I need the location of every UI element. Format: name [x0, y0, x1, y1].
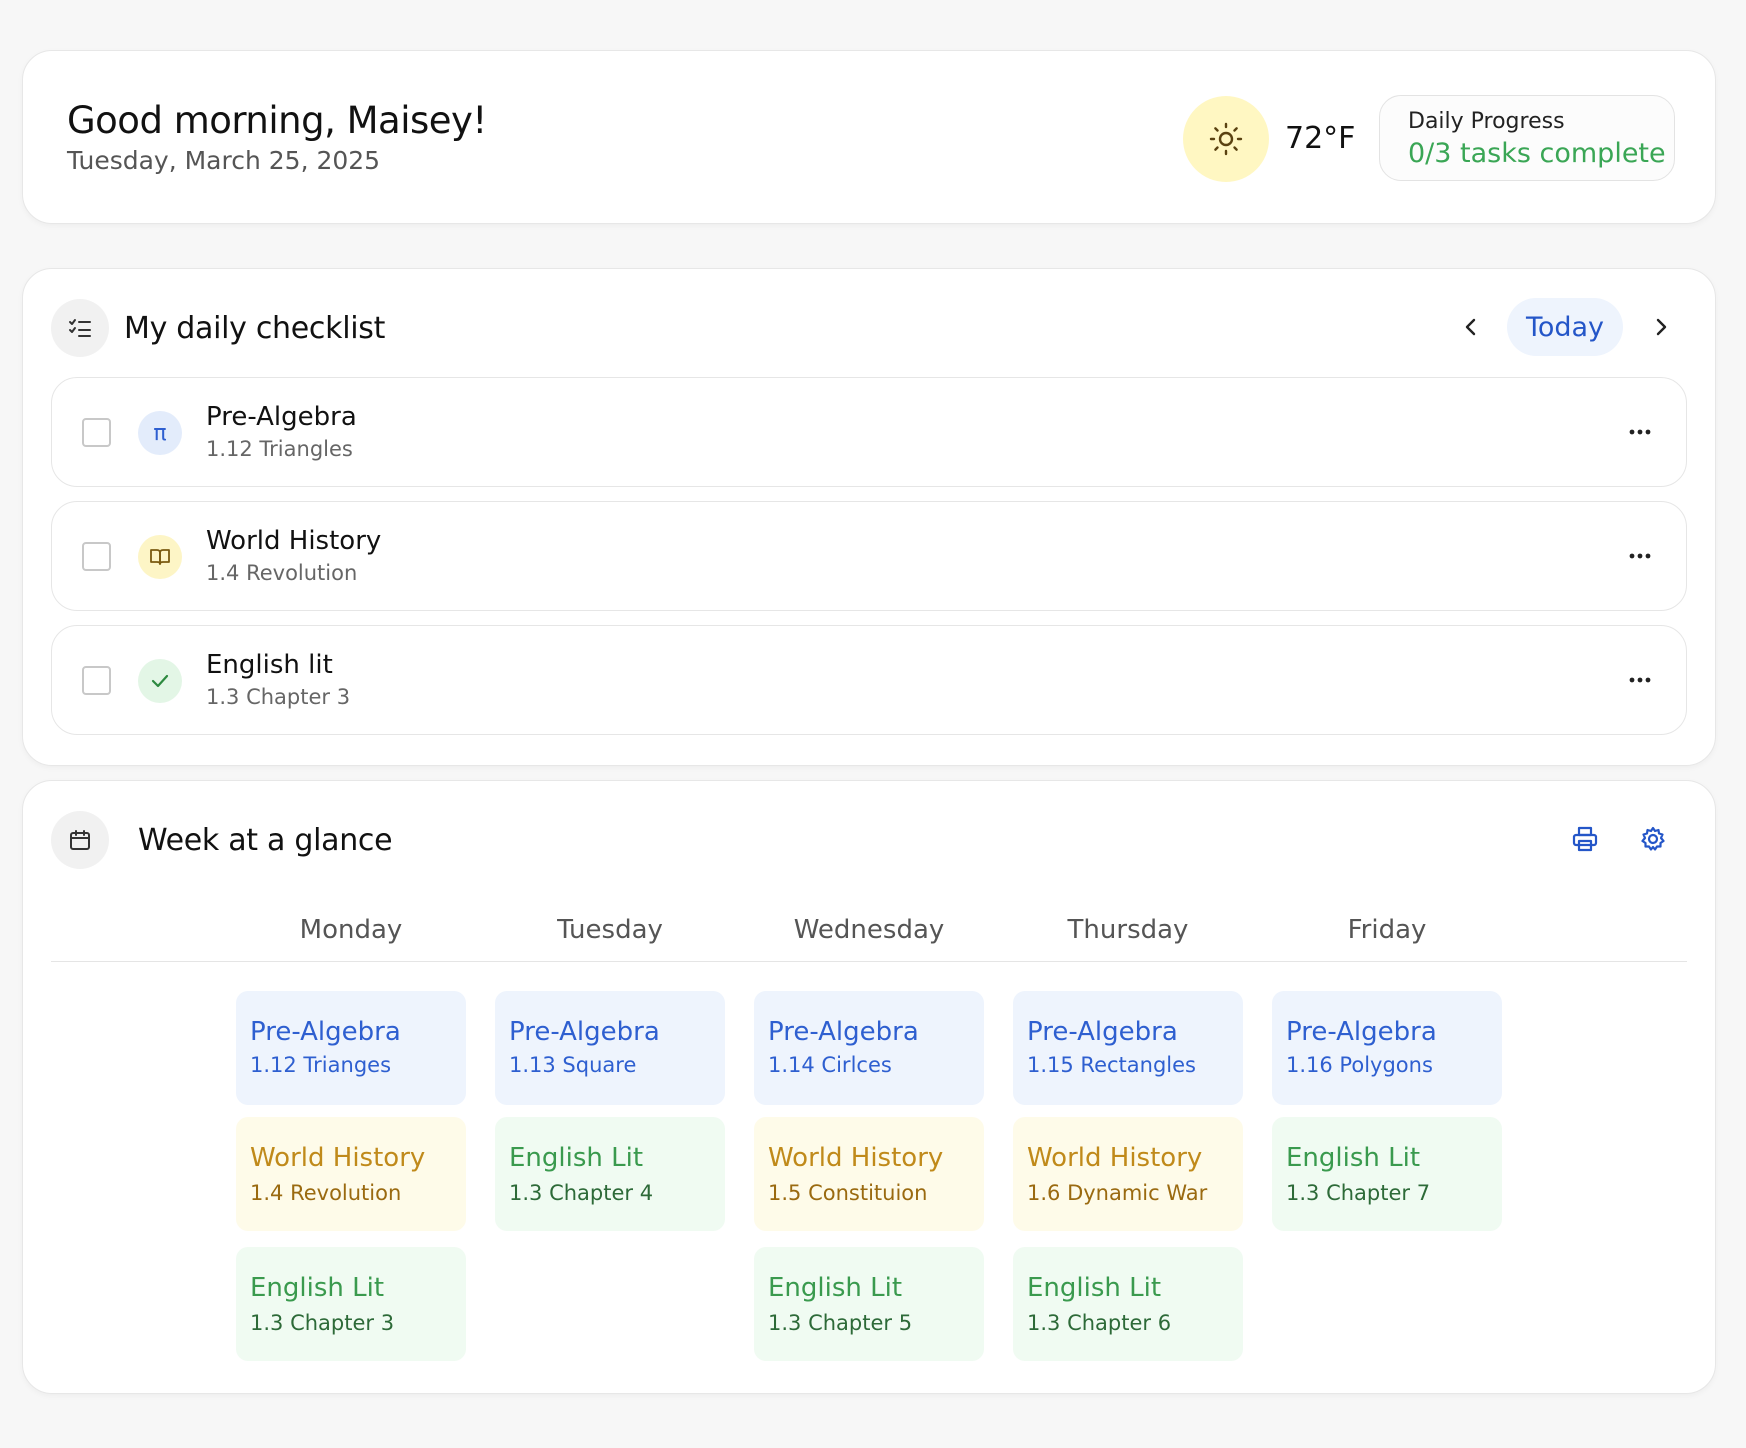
- more-horizontal-icon: [1629, 429, 1651, 435]
- slot-lesson: 1.16 Polygons: [1286, 1053, 1433, 1077]
- task-row-english-lit[interactable]: English lit 1.3 Chapter 3: [51, 625, 1687, 735]
- checklist-icon: [51, 299, 109, 357]
- task-subject: English lit: [206, 650, 333, 680]
- temperature: 72°F: [1285, 121, 1356, 156]
- daily-progress-card: Daily Progress 0/3 tasks complete: [1379, 95, 1675, 181]
- day-header-monday: Monday: [299, 915, 403, 945]
- task-row-world-history[interactable]: World History 1.4 Revolution: [51, 501, 1687, 611]
- task-row-pre-algebra[interactable]: π Pre-Algebra 1.12 Triangles: [51, 377, 1687, 487]
- slot-lesson: 1.12 Trianges: [250, 1053, 392, 1077]
- day-header-tuesday: Tuesday: [557, 915, 663, 945]
- slot-subject: Pre-Algebra: [1286, 1017, 1437, 1047]
- slot-subject: English Lit: [1027, 1273, 1162, 1303]
- week-slot[interactable]: English Lit 1.3 Chapter 4: [495, 1117, 725, 1231]
- header-card: Good morning, Maisey! Tuesday, March 25,…: [22, 50, 1716, 224]
- more-options-button[interactable]: [1622, 540, 1658, 572]
- slot-subject: English Lit: [1286, 1143, 1421, 1173]
- calendar-icon: [51, 811, 109, 869]
- week-divider: [51, 961, 1687, 962]
- week-slot[interactable]: Pre-Algebra 1.14 Cirlces: [754, 991, 984, 1105]
- slot-lesson: 1.13 Square: [509, 1053, 637, 1077]
- week-slot[interactable]: English Lit 1.3 Chapter 7: [1272, 1117, 1502, 1231]
- week-slot[interactable]: World History 1.6 Dynamic War: [1013, 1117, 1243, 1231]
- week-slot[interactable]: World History 1.5 Constituion: [754, 1117, 984, 1231]
- gear-icon: [1641, 826, 1665, 851]
- more-options-button[interactable]: [1622, 664, 1658, 696]
- slot-subject: English Lit: [509, 1143, 644, 1173]
- settings-button[interactable]: [1633, 819, 1673, 859]
- slot-subject: World History: [768, 1143, 944, 1173]
- slot-lesson: 1.6 Dynamic War: [1027, 1181, 1208, 1205]
- greeting-title: Good morning, Maisey!: [67, 99, 487, 142]
- task-checkbox[interactable]: [82, 666, 111, 695]
- chevron-left-icon: [1465, 318, 1476, 336]
- task-checkbox[interactable]: [82, 542, 111, 571]
- daily-checklist-card: My daily checklist Today π Pre-Algebra 1…: [22, 268, 1716, 766]
- slot-subject: Pre-Algebra: [1027, 1017, 1178, 1047]
- printer-icon: [1572, 826, 1598, 852]
- pi-icon: π: [138, 411, 182, 455]
- checklist-title: My daily checklist: [124, 311, 386, 346]
- slot-subject: Pre-Algebra: [250, 1017, 401, 1047]
- task-checkbox[interactable]: [82, 418, 111, 447]
- progress-value: 0/3 tasks complete: [1408, 138, 1666, 169]
- slot-subject: World History: [1027, 1143, 1203, 1173]
- chevron-right-icon: [1656, 318, 1667, 336]
- day-header-friday: Friday: [1347, 915, 1427, 945]
- slot-lesson: 1.4 Revolution: [250, 1181, 402, 1205]
- week-slot[interactable]: Pre-Algebra 1.12 Trianges: [236, 991, 466, 1105]
- today-button[interactable]: Today: [1507, 298, 1623, 356]
- slot-lesson: 1.3 Chapter 3: [250, 1311, 395, 1335]
- week-slot[interactable]: English Lit 1.3 Chapter 5: [754, 1247, 984, 1361]
- day-header-wednesday: Wednesday: [793, 915, 945, 945]
- week-slot[interactable]: Pre-Algebra 1.16 Polygons: [1272, 991, 1502, 1105]
- more-horizontal-icon: [1629, 553, 1651, 559]
- slot-lesson: 1.3 Chapter 5: [768, 1311, 913, 1335]
- slot-lesson: 1.14 Cirlces: [768, 1053, 892, 1077]
- book-icon: [138, 535, 182, 579]
- week-at-a-glance-card: Week at a glance Monday Tuesday Wednesday T…: [22, 780, 1716, 1394]
- slot-lesson: 1.3 Chapter 6: [1027, 1311, 1172, 1335]
- slot-subject: World History: [250, 1143, 426, 1173]
- current-date: Tuesday, March 25, 2025: [67, 146, 381, 175]
- next-day-button[interactable]: [1643, 309, 1679, 345]
- slot-subject: English Lit: [250, 1273, 385, 1303]
- task-lesson: 1.4 Revolution: [206, 561, 358, 585]
- sun-icon: [1183, 96, 1269, 182]
- slot-subject: English Lit: [768, 1273, 903, 1303]
- week-slot[interactable]: Pre-Algebra 1.13 Square: [495, 991, 725, 1105]
- slot-lesson: 1.3 Chapter 4: [509, 1181, 654, 1205]
- previous-day-button[interactable]: [1453, 309, 1489, 345]
- slot-lesson: 1.15 Rectangles: [1027, 1053, 1196, 1077]
- week-slot[interactable]: World History 1.4 Revolution: [236, 1117, 466, 1231]
- task-subject: Pre-Algebra: [206, 402, 357, 432]
- check-icon: [138, 659, 182, 703]
- slot-subject: Pre-Algebra: [509, 1017, 660, 1047]
- task-lesson: 1.12 Triangles: [206, 437, 353, 461]
- task-subject: World History: [206, 526, 382, 556]
- more-options-button[interactable]: [1622, 416, 1658, 448]
- print-button[interactable]: [1565, 819, 1605, 859]
- task-lesson: 1.3 Chapter 3: [206, 685, 351, 709]
- slot-subject: Pre-Algebra: [768, 1017, 919, 1047]
- progress-label: Daily Progress: [1408, 109, 1565, 134]
- week-slot[interactable]: English Lit 1.3 Chapter 6: [1013, 1247, 1243, 1361]
- week-slot[interactable]: English Lit 1.3 Chapter 3: [236, 1247, 466, 1361]
- slot-lesson: 1.3 Chapter 7: [1286, 1181, 1431, 1205]
- day-header-thursday: Thursday: [1067, 915, 1189, 945]
- week-slot[interactable]: Pre-Algebra 1.15 Rectangles: [1013, 991, 1243, 1105]
- slot-lesson: 1.5 Constituion: [768, 1181, 928, 1205]
- week-title: Week at a glance: [138, 823, 393, 858]
- more-horizontal-icon: [1629, 677, 1651, 683]
